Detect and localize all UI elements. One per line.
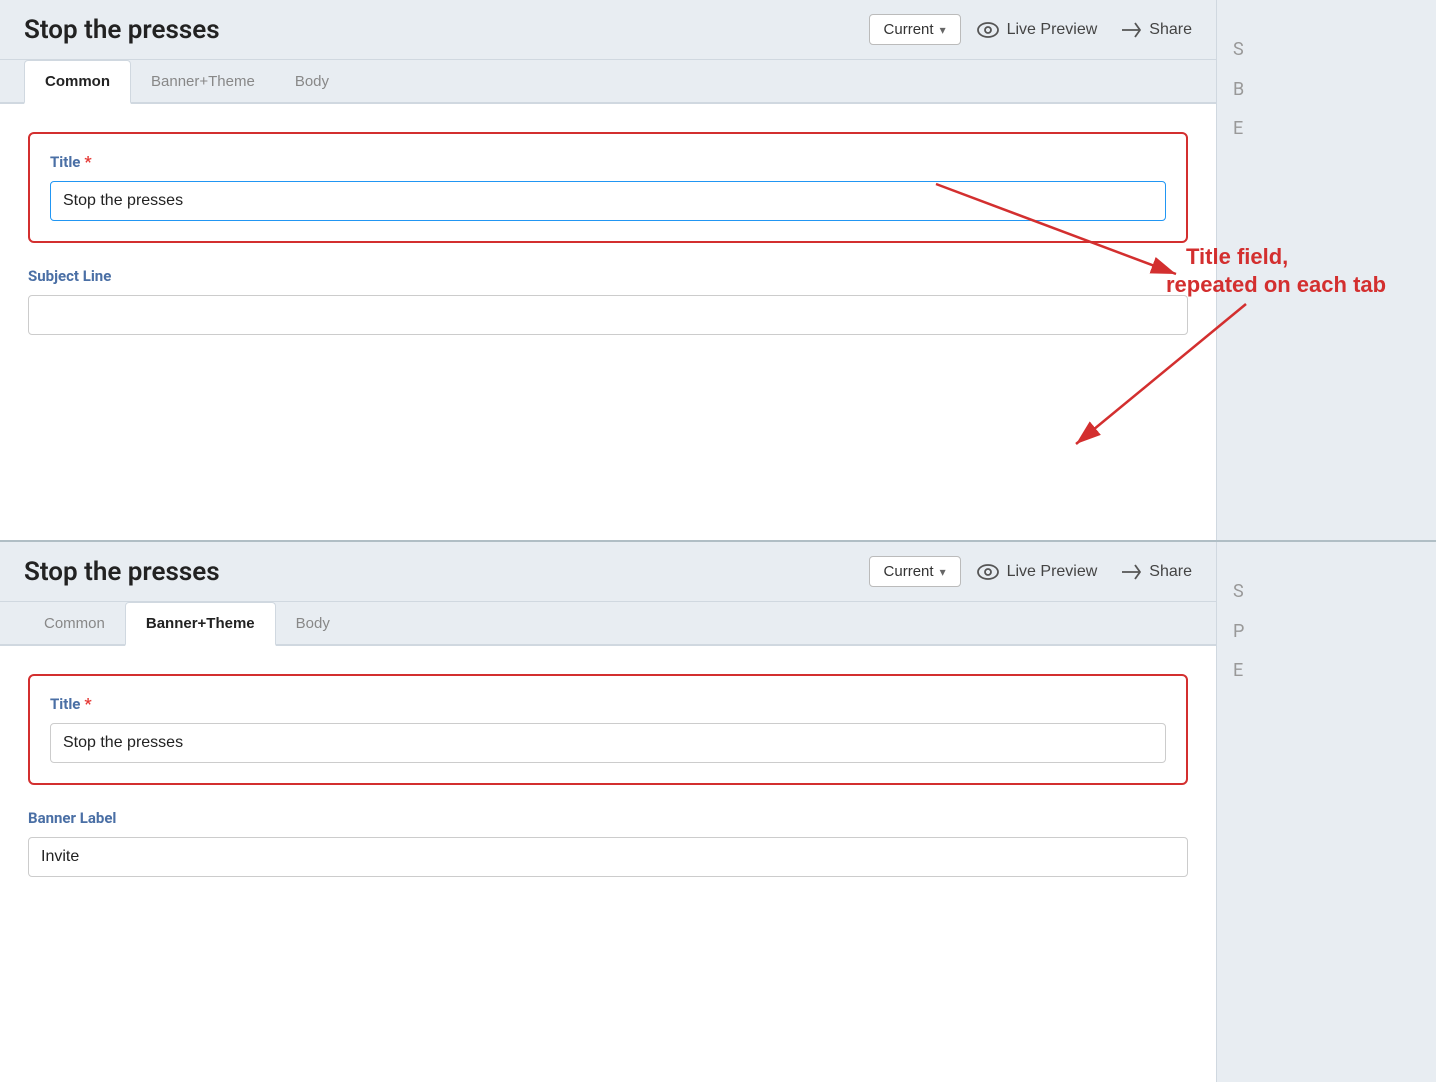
share-icon-1 [1121, 21, 1141, 39]
panel-2-content: Title * Banner Label [0, 646, 1216, 933]
tab-bar-1: Common Banner+Theme Body [0, 60, 1216, 104]
title-section-1: Title * [28, 132, 1188, 243]
title-required-1: * [84, 152, 91, 171]
panel-1-layout: Stop the presses Current ▾ Live Preview [0, 0, 1436, 540]
title-field-label-1: Title * [50, 152, 1166, 171]
live-preview-button-2[interactable]: Live Preview [977, 563, 1098, 581]
share-icon-2 [1121, 563, 1141, 581]
live-preview-button-1[interactable]: Live Preview [977, 21, 1098, 39]
chevron-down-icon-1: ▾ [940, 23, 946, 37]
share-label-1: Share [1149, 21, 1192, 39]
live-preview-label-2: Live Preview [1007, 563, 1098, 581]
chevron-down-icon-2: ▾ [940, 565, 946, 579]
page-title-1: Stop the presses [24, 15, 853, 45]
right-sidebar-1: S B E [1216, 0, 1436, 540]
right-sidebar-2: S P E [1216, 542, 1436, 1082]
version-label-1: Current [884, 21, 934, 38]
subject-line-section-1: Subject Line [28, 267, 1188, 335]
page-title-2: Stop the presses [24, 557, 853, 587]
title-input-1[interactable] [50, 181, 1166, 221]
banner-label-label-2: Banner Label [28, 809, 1188, 827]
version-label-2: Current [884, 563, 934, 580]
share-button-2[interactable]: Share [1121, 563, 1192, 581]
tab-common-2[interactable]: Common [24, 602, 125, 646]
panel-1: Stop the presses Current ▾ Live Preview [0, 0, 1436, 540]
panel-2-left: Stop the presses Current ▾ Live Preview [0, 542, 1216, 1082]
title-required-2: * [84, 694, 91, 713]
panel-1-header: Stop the presses Current ▾ Live Preview [0, 0, 1216, 60]
tab-body-1[interactable]: Body [275, 60, 349, 104]
banner-label-section-2: Banner Label [28, 809, 1188, 877]
eye-icon-2 [977, 563, 999, 581]
tab-common-1[interactable]: Common [24, 60, 131, 104]
title-input-2[interactable] [50, 723, 1166, 763]
tab-banner-theme-1[interactable]: Banner+Theme [131, 60, 275, 104]
panel-1-left: Stop the presses Current ▾ Live Preview [0, 0, 1216, 540]
share-button-1[interactable]: Share [1121, 21, 1192, 39]
live-preview-label-1: Live Preview [1007, 21, 1098, 39]
panel-2-header: Stop the presses Current ▾ Live Preview [0, 542, 1216, 602]
tab-banner-theme-2[interactable]: Banner+Theme [125, 602, 276, 646]
title-field-label-2: Title * [50, 694, 1166, 713]
tab-bar-2: Common Banner+Theme Body [0, 602, 1216, 646]
banner-label-input-2[interactable] [28, 837, 1188, 877]
version-dropdown-2[interactable]: Current ▾ [869, 556, 961, 587]
subject-line-input-1[interactable] [28, 295, 1188, 335]
title-section-2: Title * [28, 674, 1188, 785]
header-actions-2: Live Preview Share [977, 563, 1192, 581]
header-actions-1: Live Preview Share [977, 21, 1192, 39]
share-label-2: Share [1149, 563, 1192, 581]
app-container: Stop the presses Current ▾ Live Preview [0, 0, 1436, 1082]
subject-line-label-1: Subject Line [28, 267, 1188, 285]
eye-icon-1 [977, 21, 999, 39]
panel-2: Stop the presses Current ▾ Live Preview [0, 542, 1436, 1082]
panel-2-layout: Stop the presses Current ▾ Live Preview [0, 542, 1436, 1082]
panel-1-content: Title * Subject Line [0, 104, 1216, 404]
version-dropdown-1[interactable]: Current ▾ [869, 14, 961, 45]
tab-body-2[interactable]: Body [276, 602, 350, 646]
